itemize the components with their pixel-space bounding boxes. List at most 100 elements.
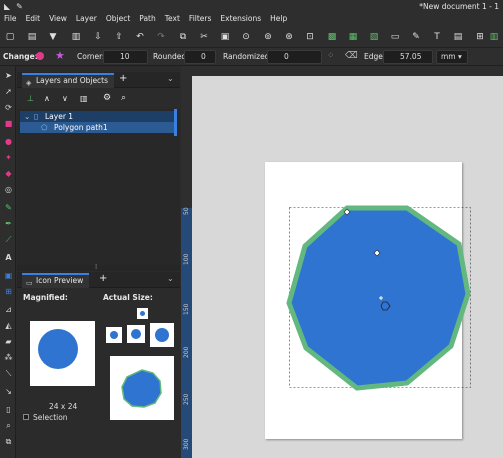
text-tool-icon[interactable]: A — [3, 252, 14, 263]
selection-label: Selection — [33, 413, 68, 422]
rectangle-tool-icon[interactable]: ■ — [3, 118, 14, 129]
chevron-down-icon[interactable]: ⌄ — [167, 74, 174, 83]
redo-icon[interactable]: ↷ — [155, 31, 167, 43]
menu-bar: ◣ ✎ *New document 1 - 1 File Edit View Laye… — [0, 0, 503, 28]
xml-editor-icon[interactable]: ▥ — [488, 31, 500, 43]
layers-toolbar: ⊥ ∧ ∨ ▥ ⚙ ⌕ — [17, 93, 180, 107]
tab-icon-preview[interactable]: ▭ Icon Preview — [22, 273, 90, 288]
menu-item-path[interactable]: Path — [139, 14, 155, 23]
unit-value: mm — [441, 52, 456, 61]
menu-item-extensions[interactable]: Extensions — [220, 14, 261, 23]
menu-item-file[interactable]: File — [4, 14, 17, 23]
zoom-width-icon[interactable]: ⊡ — [304, 31, 316, 43]
selection-checkbox[interactable] — [23, 414, 29, 420]
zoom-selection-icon[interactable]: ⊙ — [240, 31, 252, 43]
chevron-down-icon[interactable]: ⌄ — [167, 274, 174, 283]
open-file-icon[interactable]: ▤ — [26, 31, 38, 43]
save-icon[interactable]: ▼ — [47, 31, 59, 43]
copy-icon[interactable]: ⧉ — [177, 31, 189, 43]
settings-gear-icon[interactable]: ⚙ — [103, 93, 111, 103]
expand-icon[interactable]: ⌄ — [24, 111, 30, 122]
mesh-tool-icon[interactable]: ⊞ — [3, 286, 14, 297]
paint-bucket-tool-icon[interactable]: ◭ — [3, 320, 14, 331]
lower-icon[interactable]: ∨ — [62, 94, 68, 103]
paste-icon[interactable]: ▣ — [219, 31, 231, 43]
new-document-icon[interactable]: ▢ — [4, 31, 16, 43]
rounded-field[interactable]: 0 — [184, 50, 216, 64]
cut-icon[interactable]: ✂ — [198, 31, 210, 43]
star-tool-icon[interactable]: ✦ — [3, 152, 14, 163]
scrollbar[interactable] — [174, 109, 177, 136]
add-layer-icon[interactable]: ⊥ — [27, 94, 34, 103]
zoom-page-icon[interactable]: ⊛ — [283, 31, 295, 43]
clear-icon[interactable]: ⌫ — [345, 51, 358, 61]
object-row[interactable]: ⬠ Polygon path1 — [20, 122, 177, 133]
zoom-drawing-icon[interactable]: ⊚ — [262, 31, 274, 43]
text-font-icon[interactable]: T — [431, 31, 443, 43]
node-tool-icon[interactable]: ➚ — [3, 86, 14, 97]
raise-icon[interactable]: ∧ — [44, 94, 50, 103]
panel-splitter[interactable]: ⁞ — [17, 263, 180, 271]
undo-icon[interactable]: ↶ — [134, 31, 146, 43]
dropper-tool-icon[interactable]: ⊿ — [3, 304, 14, 315]
preview-24[interactable] — [106, 327, 122, 343]
gradient-tool-icon[interactable]: ▣ — [3, 270, 14, 281]
toolbox: ➤ ➚ ⟳ ■ ● ✦ ◆ ◎ ✎ ✒ ⟋ A ▣ ⊞ ⊿ ◭ ▰ ⁂ ⟍ ↘ … — [0, 66, 16, 458]
pin-icon[interactable]: ✎ — [16, 2, 23, 11]
randomized-field[interactable]: 0 — [267, 50, 322, 64]
tab-icon-preview-label: Icon Preview — [36, 276, 84, 285]
menu-item-edit[interactable]: Edit — [26, 14, 41, 23]
preview-48[interactable] — [150, 323, 174, 347]
connector-tool-icon[interactable]: ↘ — [3, 386, 14, 397]
menu-item-help[interactable]: Help — [270, 14, 287, 23]
preview-128[interactable] — [110, 356, 174, 420]
magnified-preview — [30, 321, 95, 386]
calligraphy-tool-icon[interactable]: ⟋ — [3, 234, 14, 245]
pages-tool-icon[interactable]: ▯ — [3, 404, 14, 415]
polygon-mode-icon[interactable] — [36, 52, 44, 60]
pen-tool-icon[interactable]: ✒ — [3, 218, 14, 229]
clone-icon[interactable]: ▦ — [347, 31, 359, 43]
zoom-tool-icon[interactable]: ⌕ — [3, 420, 14, 431]
layers-icon[interactable]: ▤ — [452, 31, 464, 43]
3d-box-tool-icon[interactable]: ◆ — [3, 168, 14, 179]
preview-16[interactable] — [137, 308, 148, 319]
add-tab-button[interactable]: + — [99, 273, 107, 284]
tweak-tool-icon[interactable]: ⟳ — [3, 102, 14, 113]
menu-item-object[interactable]: Object — [106, 14, 130, 23]
align-icon[interactable]: ⊞ — [474, 31, 486, 43]
pencil-tool-icon[interactable]: ✎ — [3, 202, 14, 213]
inkscape-logo-icon[interactable]: ◣ — [4, 2, 10, 11]
print-icon[interactable]: ▥ — [70, 31, 82, 43]
preview-32[interactable] — [127, 325, 145, 343]
edge-field[interactable]: 57.05 — [383, 50, 433, 64]
group-icon[interactable]: ▭ — [389, 31, 401, 43]
layer-row[interactable]: ⌄ ▯ Layer 1 — [20, 111, 177, 122]
reset-icon[interactable]: ⁘ — [327, 51, 335, 61]
menu-item-layer[interactable]: Layer — [76, 14, 97, 23]
duplicate-icon[interactable]: ▩ — [326, 31, 338, 43]
document-tool-icon[interactable]: ⧉ — [3, 436, 14, 447]
tab-layers-and-objects[interactable]: ◈ Layers and Objects — [22, 73, 115, 88]
selector-tool-icon[interactable]: ➤ — [3, 70, 14, 81]
menu-item-filters[interactable]: Filters — [189, 14, 211, 23]
export-icon[interactable]: ⇧ — [113, 31, 125, 43]
layers-tab-row: ◈ Layers and Objects + ⌄ — [17, 72, 180, 88]
delete-icon[interactable]: ▥ — [80, 94, 88, 103]
add-tab-button[interactable]: + — [119, 73, 127, 84]
polygon-shape[interactable] — [286, 205, 471, 391]
eraser-tool-icon[interactable]: ▰ — [3, 336, 14, 347]
spray-tool-icon[interactable]: ⁂ — [3, 352, 14, 363]
fill-stroke-icon[interactable]: ✎ — [410, 31, 422, 43]
spiral-tool-icon[interactable]: ◎ — [3, 184, 14, 195]
star-mode-icon[interactable]: ★ — [55, 49, 65, 62]
measure-tool-icon[interactable]: ⟍ — [3, 368, 14, 379]
unlink-clone-icon[interactable]: ▧ — [368, 31, 380, 43]
corners-field[interactable]: 10 — [103, 50, 148, 64]
menu-item-text[interactable]: Text — [165, 14, 180, 23]
unit-select[interactable]: mm ▾ — [436, 50, 468, 64]
import-icon[interactable]: ⇩ — [92, 31, 104, 43]
ellipse-tool-icon[interactable]: ● — [3, 136, 14, 147]
menu-item-view[interactable]: View — [49, 14, 67, 23]
search-icon[interactable]: ⌕ — [121, 93, 126, 103]
